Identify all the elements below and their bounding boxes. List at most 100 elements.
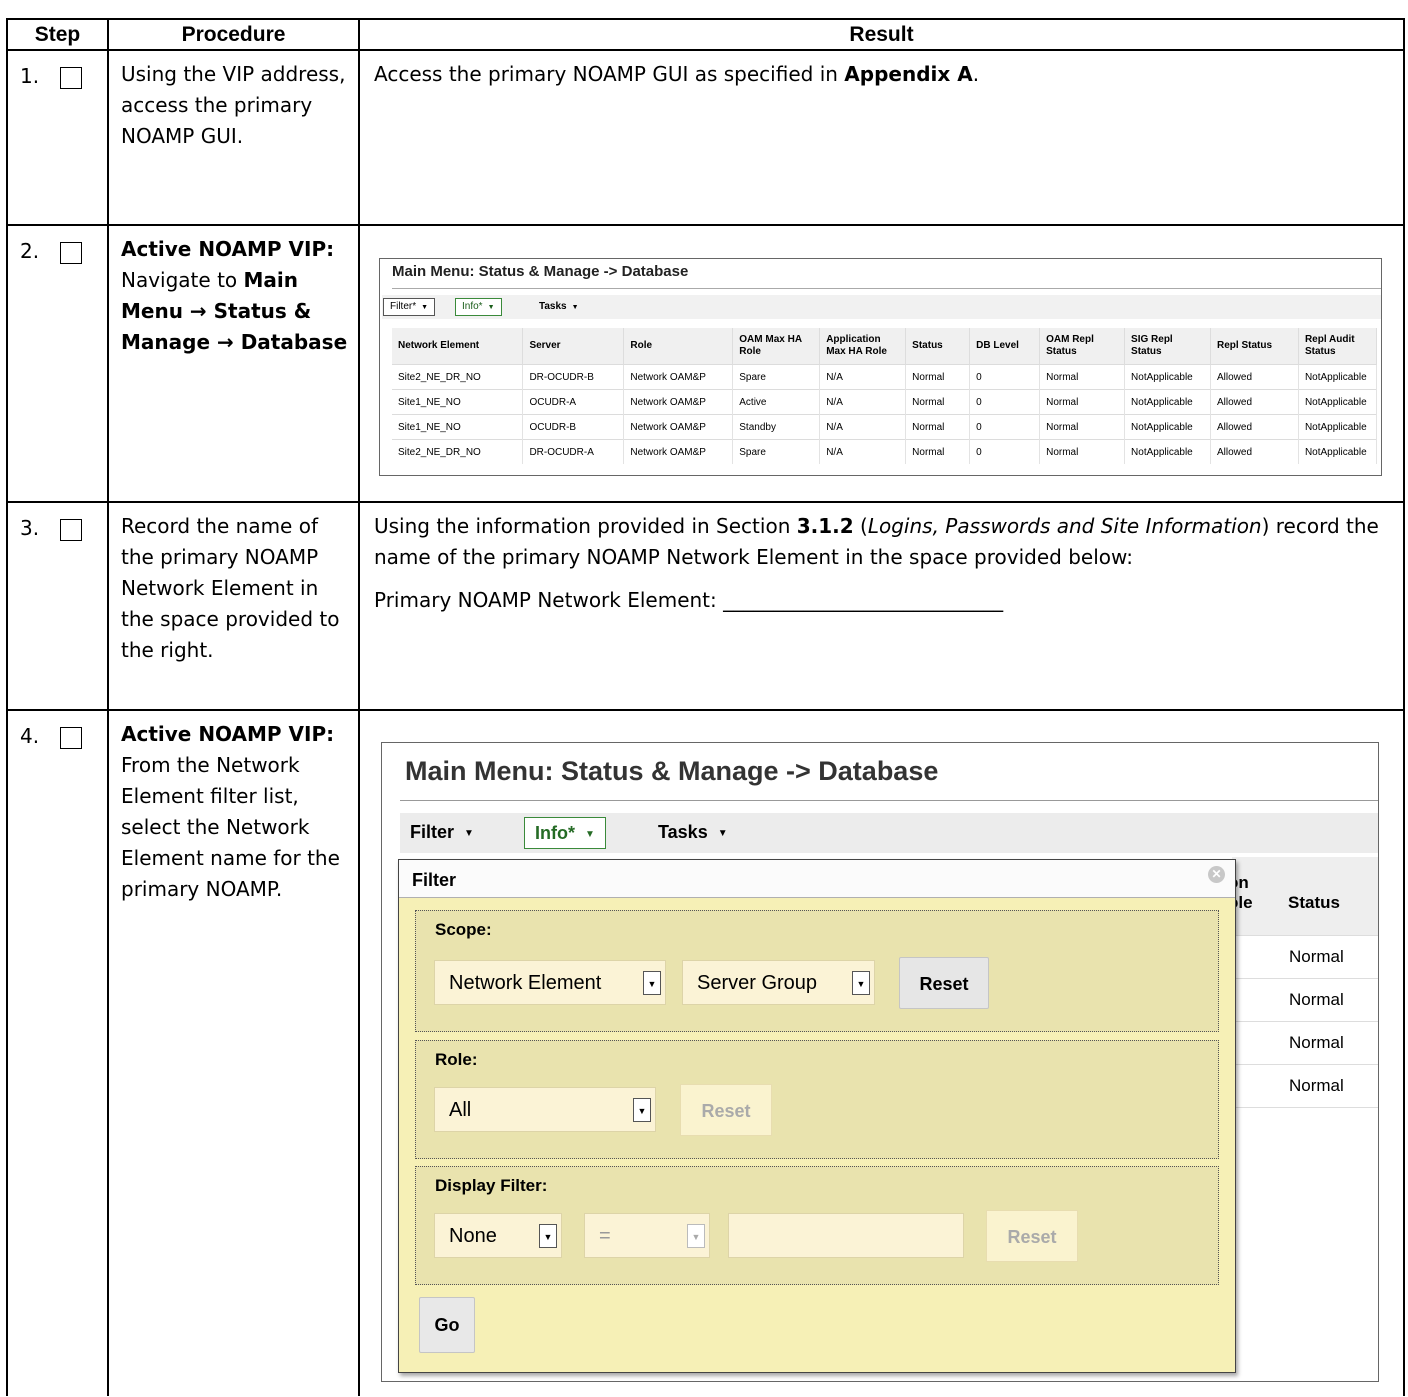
role-label: Role: [435,1050,478,1069]
table-row[interactable]: Site2_NE_DR_NO DR-OCUDR-A Network OAM&P Spa… [392,439,1378,464]
role-reset-button[interactable]: Reset [680,1084,772,1136]
table-cell: NotApplicable [1298,364,1378,390]
display-filter-value-input[interactable] [728,1213,964,1258]
result-cell-1: Access the primary NOAMP GUI as specifie… [358,49,1405,226]
table-cell: Spare [732,439,821,464]
scope-reset-button[interactable]: Reset [899,957,989,1009]
column-header[interactable]: Server [522,328,625,365]
table-cell: Allowed [1210,439,1299,464]
filter-button[interactable]: Filter* ▼ [383,298,436,316]
table-cell: Normal [905,414,971,440]
status-cell: Normal [1232,1065,1378,1108]
table-cell: Site1_NE_NO [392,389,524,415]
column-header[interactable]: SIG Repl Status [1124,328,1211,365]
primary-noamp-record-line: Primary NOAMP Network Element: _________… [374,588,1004,612]
step-number: 2. [20,239,40,263]
step-column-header: Step [6,18,109,51]
step-number: 1. [20,64,40,88]
display-filter-fieldset: Display Filter: None ▼ = ▼ Reset [415,1166,1219,1285]
scope-label: Scope: [435,920,492,939]
tasks-button[interactable]: Tasks ▼ [648,817,738,847]
table-cell: N/A [819,439,907,464]
result-cell-3: Using the information provided in Sectio… [358,501,1405,711]
go-button[interactable]: Go [419,1297,475,1353]
step-cell-2: 2. [6,224,109,503]
chevron-down-icon: ▼ [633,1098,651,1122]
display-filter-reset-button[interactable]: Reset [986,1210,1078,1262]
column-header[interactable]: DB Level [969,328,1041,365]
status-header-label: Status [1288,893,1340,912]
result-column-header: Result [358,18,1405,51]
table-cell: NotApplicable [1298,389,1378,415]
step-checkbox[interactable] [60,519,82,541]
table-cell: 0 [969,439,1041,464]
table-cell: NotApplicable [1298,439,1378,464]
procedure-cell-2: Active NOAMP VIP: Navigate to Main Menu →… [107,224,360,503]
procedure-text: Record the name of the primary NOAMP Net… [121,514,340,662]
role-fieldset: Role: All ▼ Reset [415,1040,1219,1159]
procedure-cell-1: Using the VIP address, access the primar… [107,49,360,226]
procedure-cell-4: Active NOAMP VIP: From the Network Elemen… [107,709,360,1396]
page-title: Main Menu: Status & Manage -> Database [392,263,689,280]
chevron-down-icon: ▼ [464,828,474,839]
result-text: Access the primary NOAMP GUI as specifie… [374,62,980,86]
network-element-select[interactable]: Network Element ▼ [434,960,666,1005]
chevron-down-icon: ▼ [421,304,429,311]
chevron-down-icon: ▼ [487,304,495,311]
table-row[interactable]: Site1_NE_NO OCUDR-A Network OAM&P Active N/A… [392,389,1378,415]
table-cell: N/A [819,414,907,440]
display-filter-operator-select[interactable]: = ▼ [584,1213,710,1258]
table-cell: NotApplicable [1124,439,1211,464]
database-status-screenshot: Main Menu: Status & Manage -> Database F… [379,258,1382,476]
table-cell: Normal [1039,389,1126,415]
table-cell: N/A [819,389,907,415]
chevron-down-icon: ▼ [717,828,728,839]
chevron-down-icon: ▼ [571,304,579,311]
procedure-text: Active NOAMP VIP: From the Network Elemen… [121,722,340,901]
table-cell: Network OAM&P [623,414,734,440]
table-row[interactable]: Site1_NE_NO OCUDR-B Network OAM&P Standby N/… [392,414,1378,440]
display-filter-field-select[interactable]: None ▼ [434,1213,562,1258]
table-cell: DR-OCUDR-A [522,439,625,464]
close-icon[interactable]: ✕ [1208,866,1225,883]
filter-button[interactable]: Filter ▼ [400,817,484,847]
column-header[interactable]: OAM Max HA Role [732,328,821,365]
database-status-table: Network Element Server Role OAM Max HA Role… [392,328,1378,464]
server-group-select[interactable]: Server Group ▼ [682,960,875,1005]
table-cell: Normal [905,439,971,464]
step-checkbox[interactable] [60,67,82,89]
table-cell: Network OAM&P [623,439,734,464]
chevron-down-icon: ▼ [585,829,595,840]
result-instructions: Using the information provided in Sectio… [374,514,1379,569]
table-row[interactable]: Site2_NE_DR_NO DR-OCUDR-B Network OAM&P Spa… [392,364,1378,390]
table-cell: DR-OCUDR-B [522,364,625,390]
column-header[interactable]: Network Element [392,328,524,365]
step-row-1: 1. Using the VIP address, access the pri… [6,49,1405,226]
table-cell: NotApplicable [1124,414,1211,440]
step-cell-3: 3. [6,501,109,711]
column-header[interactable]: Application Max HA Role [819,328,907,365]
table-cell: Normal [1039,439,1126,464]
column-header[interactable]: Role [623,328,734,365]
column-header[interactable]: OAM Repl Status [1039,328,1126,365]
column-header[interactable]: Repl Audit Status [1298,328,1378,365]
info-button[interactable]: Info* ▼ [455,298,502,316]
step-checkbox[interactable] [60,727,82,749]
dialog-header: Filter ✕ [399,860,1235,898]
background-status-column: on ole Status Normal Normal Normal Normal [1228,857,1378,1108]
filter-dialog-screenshot: Main Menu: Status & Manage -> Database F… [381,742,1379,1382]
step-checkbox[interactable] [60,242,82,264]
role-select[interactable]: All ▼ [434,1087,656,1132]
toolbar: Filter* ▼ Info* ▼ Tasks ▼ [382,295,1381,319]
info-button[interactable]: Info* ▼ [524,817,606,849]
table-cell: Allowed [1210,364,1299,390]
tasks-button[interactable]: Tasks ▼ [532,298,586,316]
column-header[interactable]: Repl Status [1210,328,1299,365]
filter-dialog: Filter ✕ Scope: Network Element ▼ Server… [398,859,1236,1373]
display-filter-label: Display Filter: [435,1176,548,1195]
table-cell: OCUDR-A [522,389,625,415]
table-cell: Normal [1039,414,1126,440]
table-cell: Standby [732,414,821,440]
table-cell: Site2_NE_DR_NO [392,364,524,390]
column-header[interactable]: Status [905,328,971,365]
